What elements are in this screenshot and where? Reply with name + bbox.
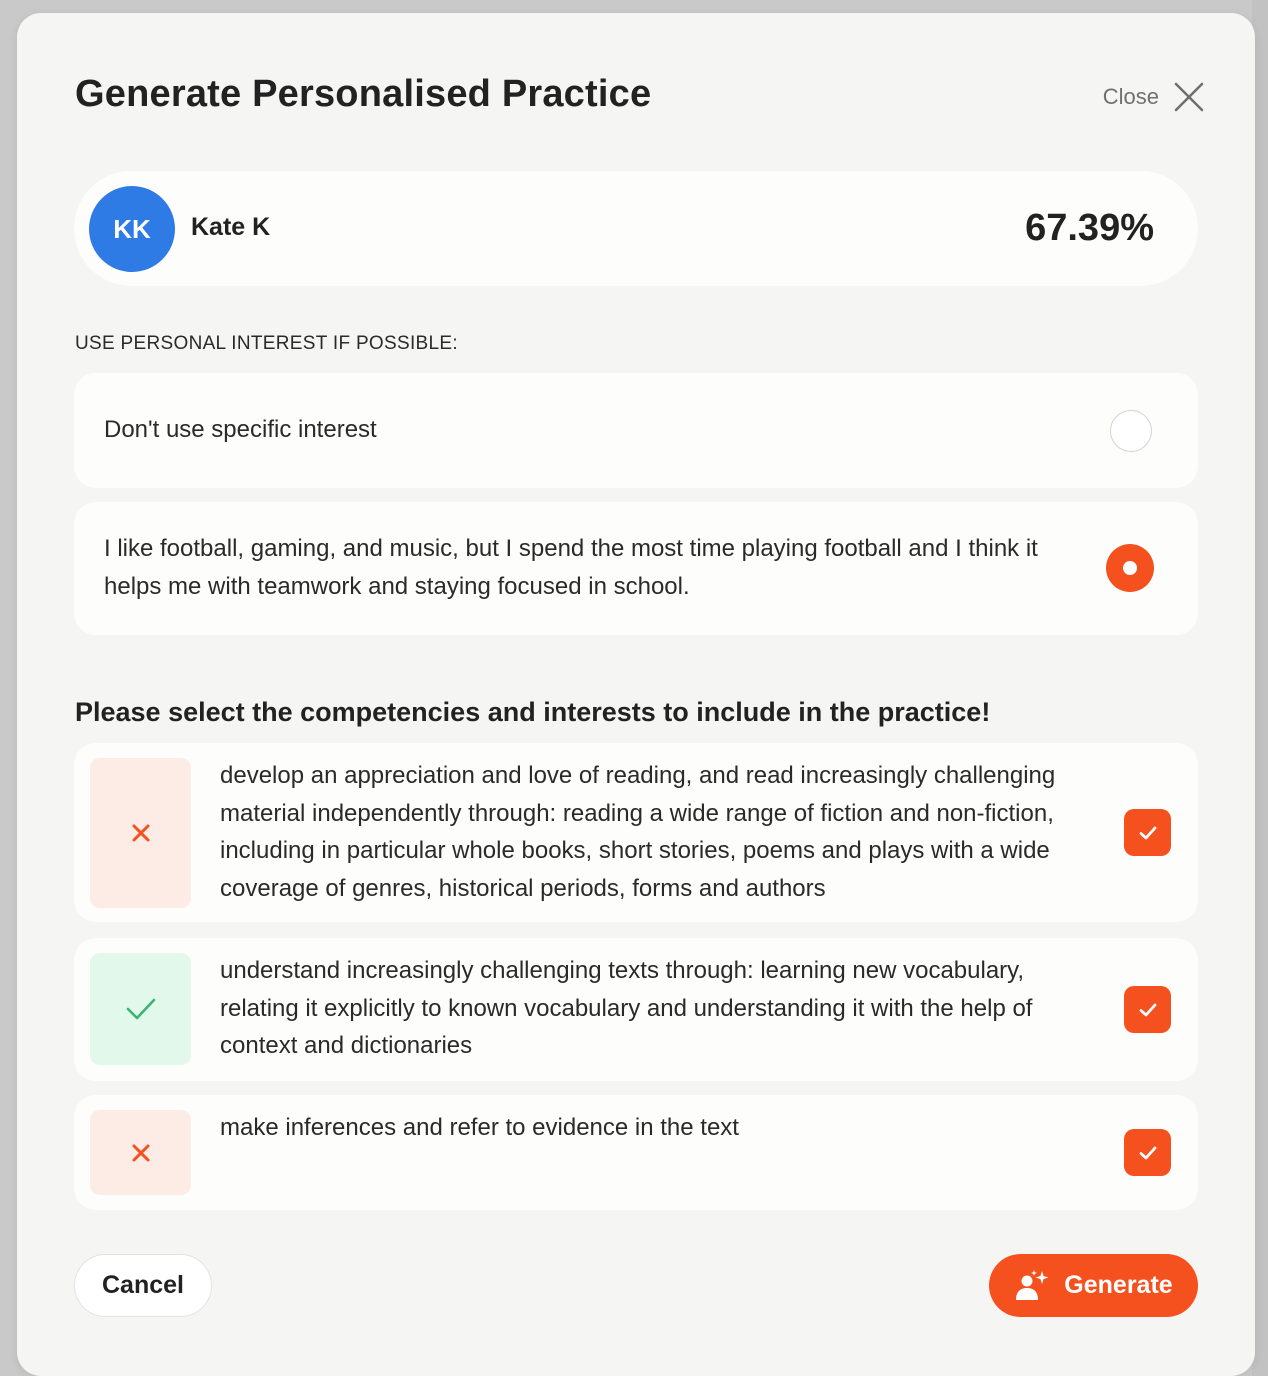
checkmark-icon <box>1139 1146 1156 1159</box>
competency-item: make inferences and refer to evidence in… <box>74 1095 1198 1210</box>
modal-title: Generate Personalised Practice <box>75 73 652 115</box>
status-not-met <box>90 1110 191 1195</box>
interest-option-none[interactable]: Don't use specific interest <box>74 373 1198 488</box>
interest-section-label: USE PERSONAL INTEREST IF POSSIBLE: <box>75 333 458 354</box>
interest-option-label: Don't use specific interest <box>104 416 377 443</box>
cross-icon <box>132 824 149 842</box>
student-score: 67.39% <box>1025 207 1154 249</box>
checkmark-icon <box>1139 1003 1156 1016</box>
status-not-met <box>90 758 191 908</box>
competencies-prompt: Please select the competencies and inter… <box>75 697 991 727</box>
avatar: KK <box>89 186 175 272</box>
generate-practice-modal: Generate Personalised Practice Close KK … <box>17 13 1255 1376</box>
student-card: KK Kate K 67.39% <box>74 171 1198 286</box>
student-name: Kate K <box>191 213 271 241</box>
sparkle-user-icon <box>1016 1269 1049 1300</box>
radio-button-selected[interactable] <box>1106 544 1154 592</box>
checkmark-icon <box>1139 826 1156 839</box>
competency-text: understand increasingly challenging text… <box>220 957 1033 1059</box>
cancel-button[interactable]: Cancel <box>74 1254 212 1317</box>
cross-icon <box>132 1144 149 1161</box>
competency-item: develop an appreciation and love of read… <box>74 743 1198 922</box>
status-met <box>90 953 191 1065</box>
generate-button[interactable]: Generate <box>989 1254 1198 1317</box>
competency-checkbox[interactable] <box>1124 1129 1171 1176</box>
close-label: Close <box>1102 84 1159 109</box>
competency-checkbox[interactable] <box>1124 809 1171 856</box>
interest-option-personal[interactable]: I like football, gaming, and music, but … <box>74 502 1198 635</box>
check-icon <box>126 998 155 1020</box>
interest-option-label: I like football, gaming, and music, but … <box>104 535 1038 600</box>
close-button[interactable]: Close <box>1103 81 1205 113</box>
competency-text: make inferences and refer to evidence in… <box>220 1114 739 1141</box>
competency-text: develop an appreciation and love of read… <box>220 762 1056 902</box>
close-icon[interactable] <box>1173 81 1205 113</box>
generate-label: Generate <box>1064 1271 1173 1299</box>
competency-item: understand increasingly challenging text… <box>74 938 1198 1081</box>
radio-button-unselected[interactable] <box>1110 410 1152 452</box>
competency-checkbox[interactable] <box>1124 986 1171 1033</box>
